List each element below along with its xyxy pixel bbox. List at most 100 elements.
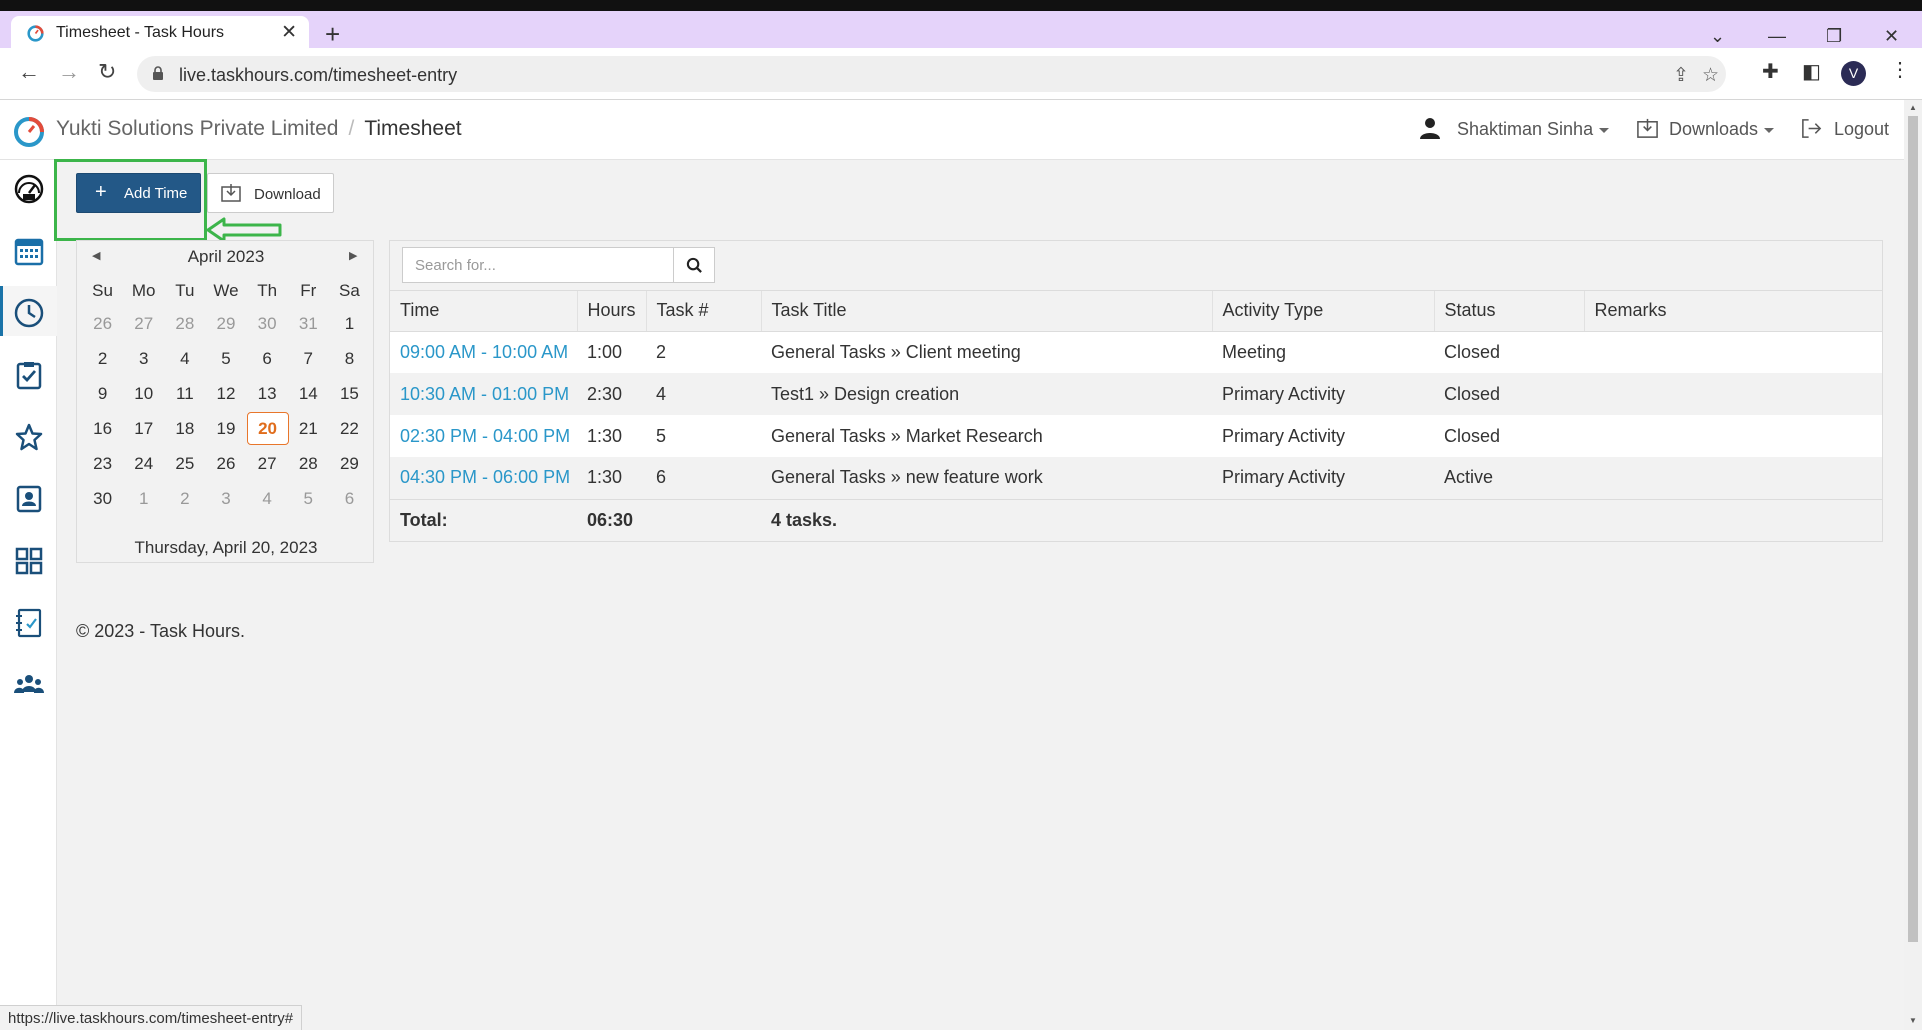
calendar-day[interactable]: 6 [247,341,288,376]
calendar-day[interactable]: 29 [205,306,246,341]
calendar-day[interactable]: 6 [329,481,370,516]
calendar-day[interactable]: 3 [205,481,246,516]
calendar-day[interactable]: 24 [123,446,164,481]
bookmark-star-icon[interactable]: ☆ [1702,64,1719,87]
omnibox[interactable]: live.taskhours.com/timesheet-entry ⇪ ☆ [137,56,1726,92]
time-entry-link[interactable]: 04:30 PM - 06:00 PM [400,467,570,487]
scroll-up-icon[interactable]: ▲ [1909,103,1917,112]
downloads-menu[interactable]: Downloads [1669,119,1775,140]
sidebar-item-timesheet[interactable] [0,286,57,336]
table-row[interactable]: 10:30 AM - 01:00 PM 2:30 4 Test1 » Design c… [390,373,1882,415]
scrollbar-thumb[interactable] [1908,116,1918,942]
next-month-icon[interactable]: ▶ [349,249,357,262]
sidebar-item-tasks[interactable] [0,348,57,398]
calendar-day[interactable]: 3 [123,341,164,376]
logout-icon[interactable] [1800,117,1823,140]
time-entry-link[interactable]: 09:00 AM - 10:00 AM [400,342,568,362]
browser-menu-icon[interactable]: ⋮ [1890,60,1910,80]
calendar-day[interactable]: 1 [329,306,370,341]
calendar-day[interactable]: 1 [123,481,164,516]
calendar-day[interactable]: 30 [247,306,288,341]
page-scrollbar[interactable]: ▲ ▼ [1904,100,1922,1030]
calendar-day[interactable]: 19 [205,411,246,446]
calendar-day[interactable]: 2 [82,341,123,376]
app-logo-icon[interactable] [13,116,45,148]
calendar-week-row: 23 24 25 26 27 28 29 [82,446,370,481]
calendar-day[interactable]: 5 [288,481,329,516]
calendar-day[interactable]: 25 [164,446,205,481]
profile-avatar[interactable]: V [1841,61,1866,86]
calendar-day[interactable]: 18 [164,411,205,446]
calendar-day[interactable]: 4 [247,481,288,516]
calendar-month-title[interactable]: April 2023 [77,247,375,267]
sidebar-item-team[interactable] [0,658,57,708]
time-entry-link[interactable]: 02:30 PM - 04:00 PM [400,426,570,446]
download-tray-icon [221,184,241,202]
calendar-day[interactable]: 10 [123,376,164,411]
sidebar-item-dashboard[interactable] [0,162,57,212]
download-button[interactable]: Download [207,173,334,213]
table-row[interactable]: 04:30 PM - 06:00 PM 1:30 6 General Tasks » … [390,457,1882,499]
logout-link[interactable]: Logout [1834,119,1889,140]
calendar-day[interactable]: 17 [123,411,164,446]
calendar-day[interactable]: 5 [205,341,246,376]
sidebar-item-calendar[interactable] [0,224,57,274]
calendar-day[interactable]: 26 [205,446,246,481]
share-icon[interactable]: ⇪ [1673,64,1689,87]
search-input[interactable] [402,247,674,283]
calendar-day[interactable]: 12 [205,376,246,411]
calendar-day[interactable]: 15 [329,376,370,411]
calendar-day[interactable]: 28 [288,446,329,481]
calendar-day[interactable]: 26 [82,306,123,341]
close-tab-icon[interactable]: ✕ [281,21,297,44]
calendar-day-selected[interactable]: 20 [246,412,289,445]
side-panel-icon[interactable]: ◧ [1802,62,1821,82]
forward-icon[interactable]: → [58,61,80,83]
new-tab-icon[interactable]: + [325,21,340,47]
calendar-day[interactable]: 7 [288,341,329,376]
close-window-icon[interactable]: ✕ [1884,27,1899,45]
calendar-day[interactable]: 31 [288,306,329,341]
calendar-day[interactable]: 30 [82,481,123,516]
add-time-button[interactable]: + Add Time [76,173,201,213]
calendar-day[interactable]: 14 [288,376,329,411]
sidebar-item-checklist[interactable] [0,596,57,646]
calendar-day[interactable]: 4 [164,341,205,376]
calendar-week-row: 2345678 [82,341,370,376]
time-entry-link[interactable]: 10:30 AM - 01:00 PM [400,384,569,404]
user-icon[interactable] [1418,116,1442,140]
table-row[interactable]: 02:30 PM - 04:00 PM 1:30 5 General Tasks » … [390,415,1882,457]
calendar-day[interactable]: 16 [82,411,123,446]
reload-icon[interactable]: ↻ [98,61,116,83]
calendar-day[interactable]: 9 [82,376,123,411]
table-cell-time: 02:30 PM - 04:00 PM [390,415,577,457]
timesheet-table: Time Hours Task # Task Title Activity Type St… [390,291,1882,541]
table-row[interactable]: 09:00 AM - 10:00 AM 1:00 2 General Tasks » … [390,331,1882,373]
back-icon[interactable]: ← [18,61,40,83]
sidebar-item-favorites[interactable] [0,410,57,460]
calendar-day[interactable]: 27 [123,306,164,341]
tab-search-chevron-icon[interactable]: ⌄ [1710,27,1725,45]
calendar-day[interactable]: 11 [164,376,205,411]
calendar-day[interactable]: 8 [329,341,370,376]
sidebar-item-contacts[interactable] [0,472,57,522]
calendar-day[interactable]: 28 [164,306,205,341]
restore-icon[interactable]: ❐ [1826,27,1842,45]
breadcrumb-company[interactable]: Yukti Solutions Private Limited [56,117,338,140]
minimize-icon[interactable]: — [1768,27,1786,45]
calendar-day[interactable]: 29 [329,446,370,481]
scroll-down-icon[interactable]: ▼ [1909,1016,1917,1025]
search-button[interactable] [673,247,715,283]
browser-tab[interactable]: Timesheet - Task Hours ✕ [11,16,309,48]
download-tray-icon[interactable] [1636,117,1659,140]
calendar-day[interactable]: 27 [247,446,288,481]
calendar-day[interactable]: 13 [247,376,288,411]
sidebar-item-apps[interactable] [0,534,57,584]
calendar-day[interactable]: 23 [82,446,123,481]
calendar-day[interactable]: 2 [164,481,205,516]
extensions-puzzle-icon[interactable]: ✚ [1762,62,1779,82]
user-menu[interactable]: Shaktiman Sinha [1457,119,1610,140]
calendar-day[interactable]: 22 [329,411,370,446]
calendar-day[interactable]: 21 [288,411,329,446]
calendar-day[interactable]: 20 [246,411,289,446]
